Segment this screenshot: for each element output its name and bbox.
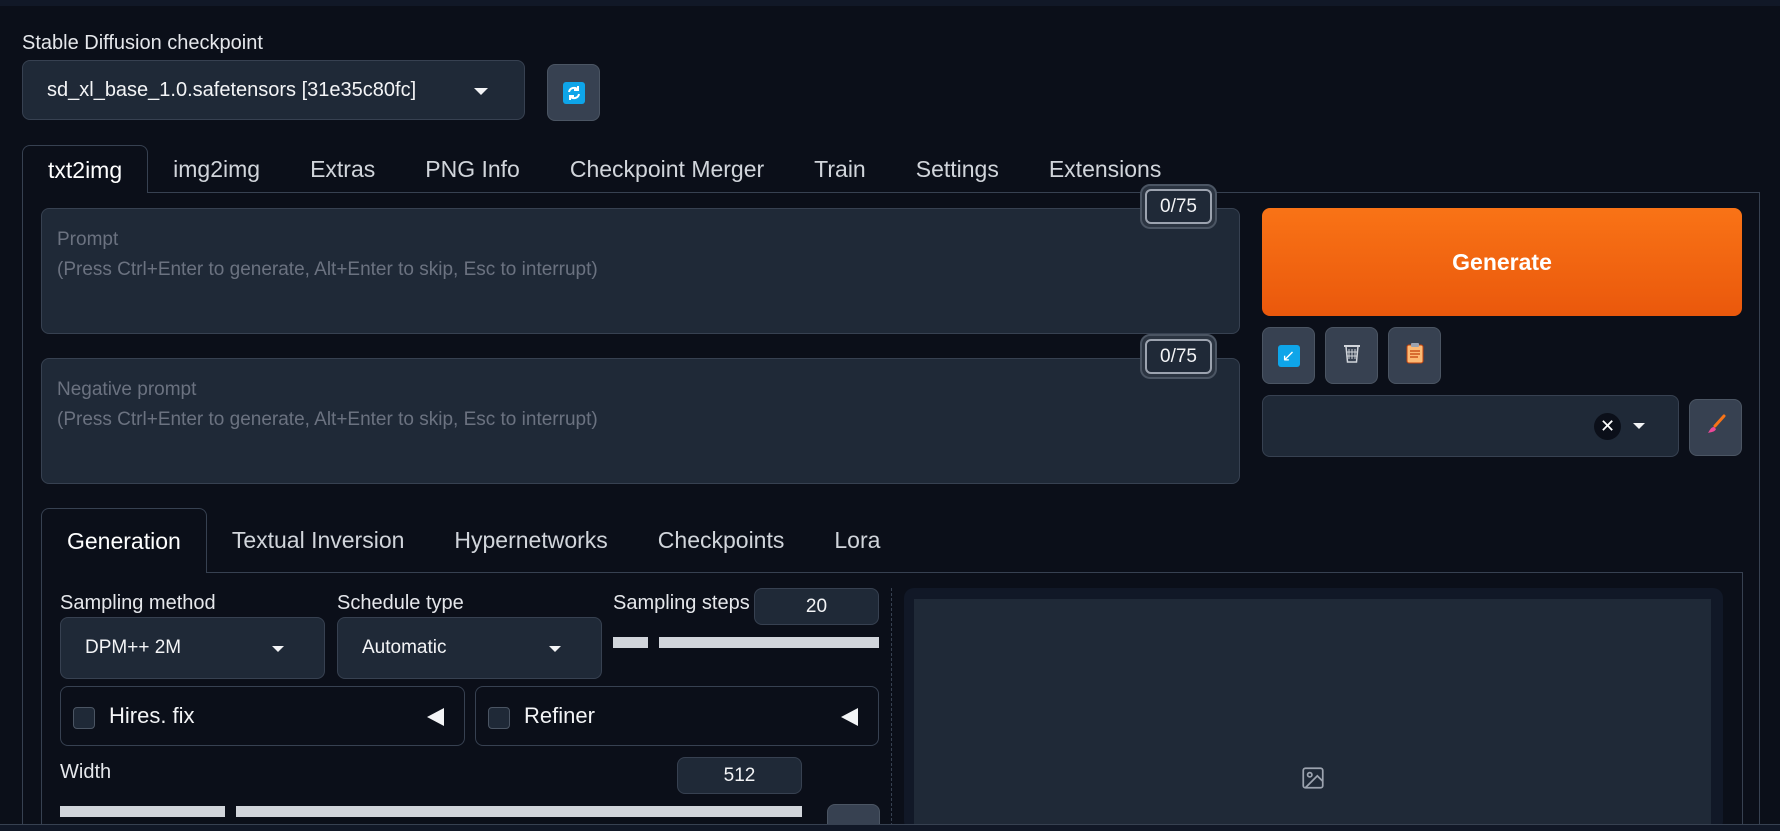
- tab-settings[interactable]: Settings: [891, 145, 1024, 193]
- edit-styles-button[interactable]: [1689, 399, 1742, 456]
- checkpoint-dropdown[interactable]: sd_xl_base_1.0.safetensors [31e35c80fc]: [22, 60, 525, 120]
- prompt-textarea[interactable]: Prompt (Press Ctrl+Enter to generate, Al…: [41, 208, 1240, 334]
- refresh-checkpoint-button[interactable]: [547, 64, 600, 121]
- active-subtab-gap: [42, 571, 200, 574]
- apply-styles-button[interactable]: [1388, 327, 1441, 384]
- tab-extras[interactable]: Extras: [285, 145, 400, 193]
- active-tab-gap: [23, 191, 147, 194]
- tab-hypernetworks[interactable]: Hypernetworks: [429, 508, 632, 573]
- tab-txt2img[interactable]: txt2img: [22, 145, 149, 193]
- styles-dropdown[interactable]: ✕: [1262, 395, 1679, 457]
- read-params-button[interactable]: ↙: [1262, 327, 1315, 384]
- refiner-label: Refiner: [524, 703, 595, 728]
- sampling-method-dropdown[interactable]: DPM++ 2M: [60, 617, 325, 679]
- schedule-type-label: Schedule type: [337, 592, 464, 614]
- sampling-steps-input[interactable]: 20: [754, 588, 879, 625]
- main-tab-bar: txt2img img2img Extras PNG Info Checkpoi…: [22, 145, 1186, 193]
- column-divider: [891, 588, 892, 831]
- sampling-method-label: Sampling method: [60, 592, 216, 614]
- tab-textual-inversion[interactable]: Textual Inversion: [207, 508, 430, 573]
- width-input[interactable]: 512: [677, 757, 802, 794]
- chevron-down-icon: [549, 646, 561, 652]
- sampling-steps-label: Sampling steps: [613, 592, 750, 614]
- width-label: Width: [60, 761, 112, 783]
- tab-train[interactable]: Train: [789, 145, 891, 193]
- schedule-type-dropdown[interactable]: Automatic: [337, 617, 602, 679]
- trash-icon: [1340, 341, 1364, 370]
- read-params-icon: ↙: [1277, 344, 1300, 367]
- refresh-icon: [562, 81, 585, 104]
- output-image-area: [914, 599, 1711, 831]
- prompt-token-count: 0/75: [1145, 189, 1212, 224]
- refiner-checkbox[interactable]: [488, 707, 510, 729]
- sampling-steps-slider-track[interactable]: [659, 637, 879, 648]
- collapse-triangle-icon[interactable]: [427, 708, 444, 726]
- tab-img2img[interactable]: img2img: [148, 145, 285, 193]
- sub-tab-bar: Generation Textual Inversion Hypernetwor…: [41, 508, 905, 573]
- sampling-steps-slider-filled[interactable]: [613, 637, 648, 648]
- tab-generation[interactable]: Generation: [41, 508, 207, 573]
- bottom-border: [0, 824, 1780, 831]
- negative-prompt-textarea[interactable]: Negative prompt (Press Ctrl+Enter to gen…: [41, 358, 1240, 484]
- refiner-accordion[interactable]: Refiner: [475, 686, 879, 746]
- width-slider-track[interactable]: [236, 806, 802, 817]
- schedule-type-value: Automatic: [362, 637, 447, 658]
- negative-prompt-token-counter: 0/75: [1140, 334, 1217, 379]
- tab-checkpoint-merger[interactable]: Checkpoint Merger: [545, 145, 789, 193]
- clear-prompt-button[interactable]: [1325, 327, 1378, 384]
- chevron-down-icon: [474, 88, 488, 95]
- chevron-down-icon[interactable]: [1633, 423, 1645, 429]
- checkpoint-value: sd_xl_base_1.0.safetensors [31e35c80fc]: [47, 78, 417, 101]
- close-icon[interactable]: ✕: [1594, 413, 1621, 440]
- checkpoint-label: Stable Diffusion checkpoint: [22, 32, 263, 54]
- hires-fix-label: Hires. fix: [109, 703, 195, 728]
- clipboard-icon: [1403, 341, 1427, 370]
- image-icon: [1300, 765, 1326, 796]
- top-border: [0, 0, 1780, 6]
- collapse-triangle-icon[interactable]: [841, 708, 858, 726]
- hires-fix-accordion[interactable]: Hires. fix: [60, 686, 465, 746]
- negative-prompt-token-count: 0/75: [1145, 339, 1212, 374]
- tab-lora[interactable]: Lora: [809, 508, 905, 573]
- chevron-down-icon: [272, 646, 284, 652]
- tab-checkpoints[interactable]: Checkpoints: [633, 508, 810, 573]
- generate-button[interactable]: Generate: [1262, 208, 1742, 316]
- sampling-method-value: DPM++ 2M: [85, 637, 182, 658]
- hires-fix-checkbox[interactable]: [73, 707, 95, 729]
- tab-png-info[interactable]: PNG Info: [400, 145, 545, 193]
- brush-icon: [1704, 413, 1728, 442]
- prompt-token-counter: 0/75: [1140, 184, 1217, 229]
- width-slider-filled[interactable]: [60, 806, 225, 817]
